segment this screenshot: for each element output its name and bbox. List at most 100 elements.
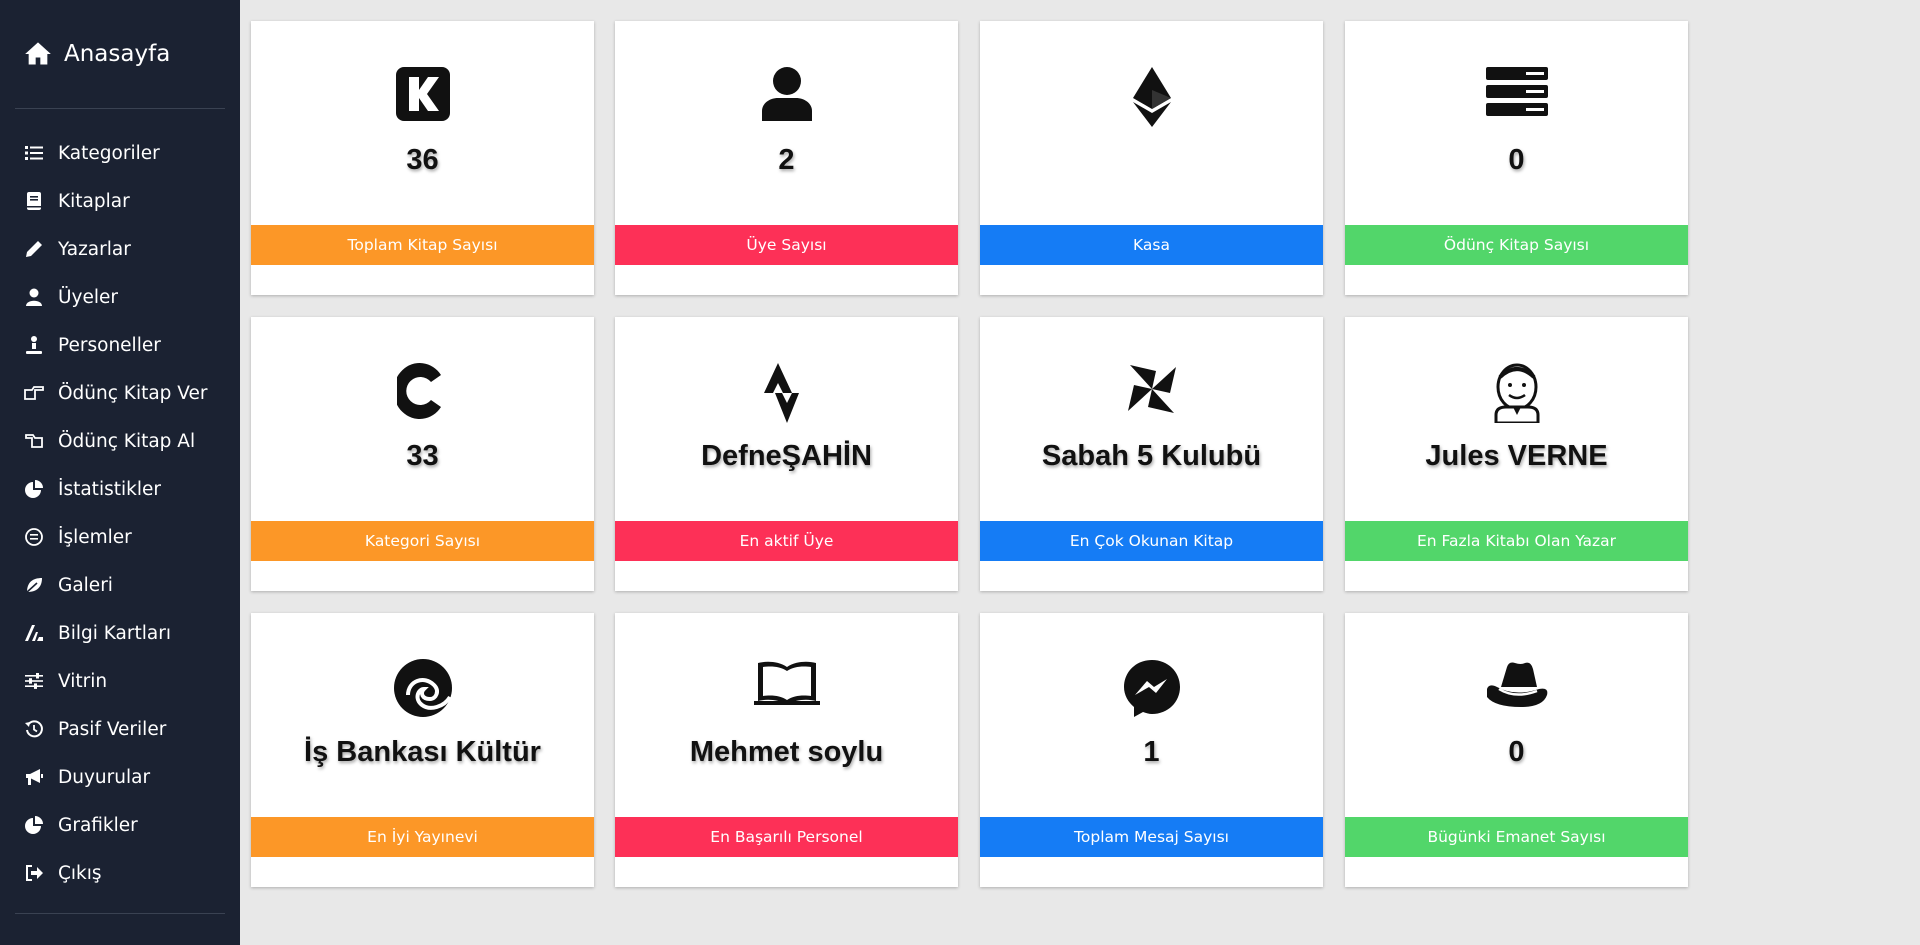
card-value: Mehmet soylu [689,736,884,768]
hand-point-right-icon [24,383,44,403]
stat-card-odunc-kitap[interactable]: 0 Ödünç Kitap Sayısı [1345,21,1688,295]
card-value: 33 [406,440,439,472]
sidebar-item-label: Vitrin [58,670,108,692]
sidebar-item-islemler[interactable]: İşlemler [15,513,225,561]
card-label-bar: En Başarılı Personel [615,817,958,857]
sidebar-item-kitaplar[interactable]: Kitaplar [15,177,225,225]
brand-label: Anasayfa [64,41,171,67]
sidebar-item-label: Duyurular [58,766,151,788]
card-value: 36 [406,144,439,176]
sidebar-menu: Kategoriler Kitaplar Yazarlar Üyeler Per… [15,109,225,914]
sidebar-item-kategoriler[interactable]: Kategoriler [15,129,225,177]
k-logo-icon [251,67,594,123]
card-value: 1 [1143,736,1160,768]
sliders-icon [24,671,44,691]
card-value: Sabah 5 Kulubü [1041,440,1262,472]
sidebar-item-label: Grafikler [58,814,138,836]
sidebar-item-duyurular[interactable]: Duyurular [15,753,225,801]
card-label-bar: En aktif Üye [615,521,958,561]
book-icon [24,191,44,211]
sidebar: Anasayfa Kategoriler Kitaplar Yazarlar Ü… [0,0,240,945]
megaphone-icon [24,767,44,787]
card-label-bar: Bügünki Emanet Sayısı [1345,817,1688,857]
list-icon [24,143,44,163]
card-value: 0 [1508,736,1525,768]
stat-card-en-iyi-yayinevi[interactable]: İş Bankası Kültür En İyi Yayınevi [251,613,594,887]
sidebar-item-label: Ödünç Kitap Al [58,430,196,452]
card-label-bar: Kategori Sayısı [251,521,594,561]
sidebar-brand-home[interactable]: Anasayfa [15,0,225,109]
card-value: Jules VERNE [1425,440,1608,472]
sidebar-item-label: Ödünç Kitap Ver [58,382,208,404]
user-icon [615,67,958,123]
stat-card-kategori[interactable]: 33 Kategori Sayısı [251,317,594,591]
staff-icon [24,335,44,355]
sidebar-item-uyeler[interactable]: Üyeler [15,273,225,321]
sidebar-item-label: İstatistikler [58,478,161,500]
card-label-bar: Kasa [980,225,1323,265]
card-value: 2 [778,144,795,176]
sidebar-item-label: Yazarlar [58,238,131,260]
sidebar-item-istatistikler[interactable]: İstatistikler [15,465,225,513]
c-logo-icon [251,363,594,419]
cards-icon [24,623,44,643]
card-label-bar: En Fazla Kitabı Olan Yazar [1345,521,1688,561]
card-value: DefneŞAHİN [701,440,872,472]
sidebar-item-pasif-veriler[interactable]: Pasif Veriler [15,705,225,753]
stat-card-en-basarili-personel[interactable]: Mehmet soylu En Başarılı Personel [615,613,958,887]
sidebar-item-cikis[interactable]: Çıkış [15,849,225,897]
user-icon [24,287,44,307]
card-value: İş Bankası Kültür [304,736,541,768]
sidebar-item-odunc-kitap-al[interactable]: Ödünç Kitap Al [15,417,225,465]
sidebar-item-label: Çıkış [58,862,102,884]
sidebar-item-label: Üyeler [58,286,118,308]
stat-card-toplam-mesaj[interactable]: 1 Toplam Mesaj Sayısı [980,613,1323,887]
pie-chart-icon [24,815,44,835]
sidebar-item-galeri[interactable]: Galeri [15,561,225,609]
card-label-bar: Ödünç Kitap Sayısı [1345,225,1688,265]
stat-card-bugunki-emanet[interactable]: 0 Bügünki Emanet Sayısı [1345,613,1688,887]
stat-card-uye-sayisi[interactable]: 2 Üye Sayısı [615,21,958,295]
sidebar-item-label: Galeri [58,574,113,596]
sidebar-item-grafikler[interactable]: Grafikler [15,801,225,849]
jenkins-icon [1345,363,1688,423]
ethereum-icon [980,67,1323,127]
card-label-bar: Üye Sayısı [615,225,958,265]
card-label-bar: En İyi Yayınevi [251,817,594,857]
sidebar-item-label: Kategoriler [58,142,160,164]
messenger-icon [980,659,1323,717]
home-icon [24,40,52,68]
hand-point-left-icon [24,431,44,451]
sidebar-item-yazarlar[interactable]: Yazarlar [15,225,225,273]
stat-card-en-fazla-kitabi-olan-yazar[interactable]: Jules VERNE En Fazla Kitabı Olan Yazar [1345,317,1688,591]
sidebar-item-label: İşlemler [58,526,132,548]
redhat-icon [1345,659,1688,715]
stat-card-kasa[interactable]: Kasa [980,21,1323,295]
circle-list-icon [24,527,44,547]
sidebar-item-odunc-kitap-ver[interactable]: Ödünç Kitap Ver [15,369,225,417]
pie-chart-icon [24,479,44,499]
card-label-bar: Toplam Mesaj Sayısı [980,817,1323,857]
sidebar-item-label: Kitaplar [58,190,130,212]
pencil-icon [24,239,44,259]
sidebar-item-personeller[interactable]: Personeller [15,321,225,369]
sidebar-item-label: Bilgi Kartları [58,622,171,644]
sidebar-item-label: Pasif Veriler [58,718,167,740]
card-label-bar: Toplam Kitap Sayısı [251,225,594,265]
card-label-bar: En Çok Okunan Kitap [980,521,1323,561]
edge-icon [251,659,594,717]
leaf-icon [24,575,44,595]
sign-out-icon [24,863,44,883]
stat-card-toplam-kitap[interactable]: 36 Toplam Kitap Sayısı [251,21,594,295]
open-book-icon [615,659,958,715]
history-icon [24,719,44,739]
sidebar-item-label: Personeller [58,334,161,356]
pinwheel-icon [980,363,1323,419]
server-icon [1345,67,1688,123]
stat-card-en-cok-okunan[interactable]: Sabah 5 Kulubü En Çok Okunan Kitap [980,317,1323,591]
card-value: 0 [1508,144,1525,176]
strava-icon [615,363,958,423]
stat-card-en-aktif-uye[interactable]: DefneŞAHİN En aktif Üye [615,317,958,591]
sidebar-item-bilgi-kartlari[interactable]: Bilgi Kartları [15,609,225,657]
sidebar-item-vitrin[interactable]: Vitrin [15,657,225,705]
